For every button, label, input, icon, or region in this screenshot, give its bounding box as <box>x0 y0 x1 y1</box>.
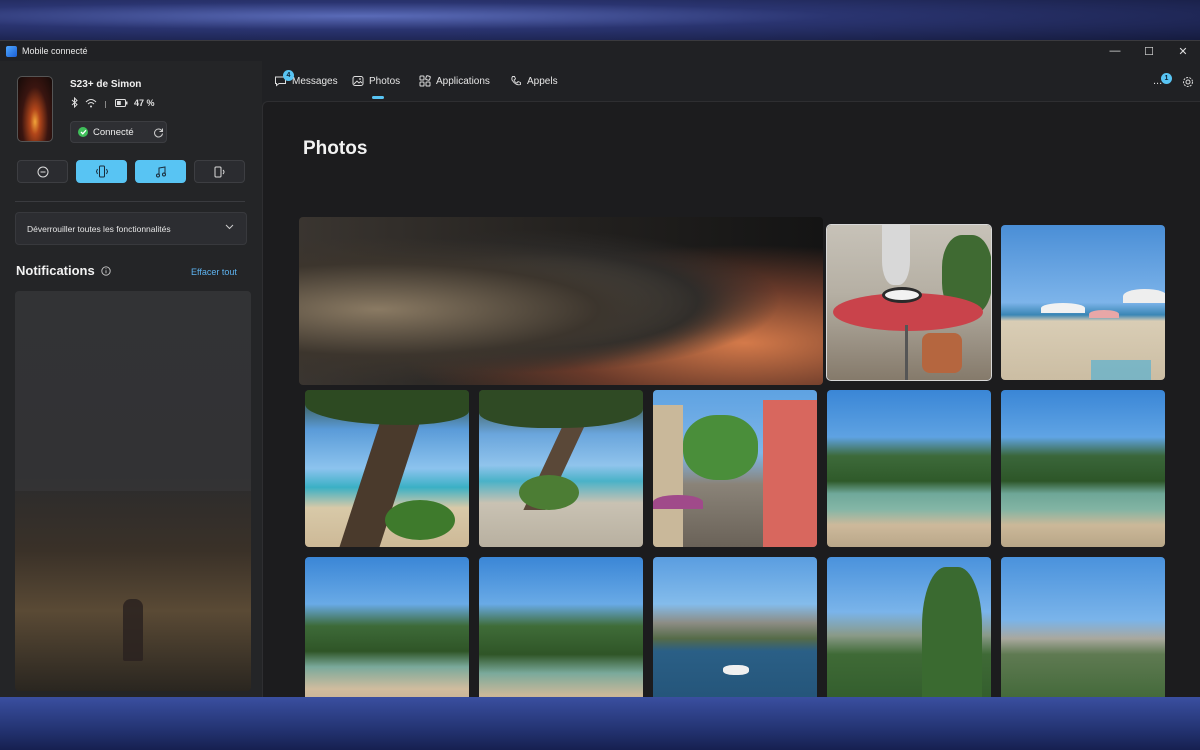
photo-blurred[interactable] <box>299 217 823 385</box>
page-title: Photos <box>303 138 368 159</box>
settings-button[interactable] <box>1182 75 1194 93</box>
more-options-button[interactable]: ... 1 <box>1153 73 1172 87</box>
info-icon[interactable] <box>101 265 111 276</box>
battery-icon <box>115 98 128 107</box>
active-tab-indicator <box>372 96 384 99</box>
title-bar: Mobile connecté — ☐ ✕ <box>0 41 1200 61</box>
audio-playback-button[interactable] <box>135 160 186 183</box>
chevron-down-icon <box>225 224 234 230</box>
photo-calanque-cove-2[interactable] <box>1001 390 1165 547</box>
maximize-button[interactable]: ☐ <box>1132 41 1166 61</box>
device-name: S23+ de Simon <box>70 79 142 90</box>
photo-calanque-beach-1[interactable] <box>305 557 469 697</box>
phone-wallpaper-thumbnail[interactable] <box>17 76 53 142</box>
minus-circle-icon <box>37 166 48 177</box>
sidebar-divider <box>15 201 245 202</box>
photo-icon <box>352 76 364 86</box>
notifications-list <box>15 291 251 691</box>
close-button[interactable]: ✕ <box>1166 41 1200 61</box>
apps-icon <box>419 75 431 87</box>
phone-vibrate-icon <box>95 165 108 178</box>
tab-photos[interactable]: Photos <box>352 75 400 87</box>
connection-status-button[interactable]: Connecté <box>70 121 167 143</box>
tab-calls-label: Appels <box>527 75 558 87</box>
audio-output-button[interactable] <box>194 160 245 183</box>
app-logo-icon <box>6 45 17 57</box>
desktop-wallpaper-top <box>0 0 1200 40</box>
check-circle-icon <box>78 127 88 137</box>
top-navigation: 4 Messages Photos Applications Appels ..… <box>262 61 1200 101</box>
gear-icon <box>1183 77 1193 87</box>
wallpaper-figure <box>123 599 143 661</box>
unlock-features-label: Déverrouiller toutes les fonctionnalités <box>27 223 171 234</box>
do-not-disturb-button[interactable] <box>17 160 68 183</box>
window-controls: — ☐ ✕ <box>1098 41 1200 61</box>
photo-pine-tree-beach-1[interactable] <box>305 390 469 547</box>
blurred-notification[interactable] <box>15 291 251 491</box>
messages-badge: 4 <box>283 70 294 81</box>
photos-panel: Photos <box>262 101 1200 697</box>
tab-photos-label: Photos <box>369 75 401 87</box>
photo-old-town-street[interactable] <box>653 390 817 547</box>
vibrate-mode-button[interactable] <box>76 160 127 183</box>
more-badge: 1 <box>1161 73 1172 84</box>
wifi-icon <box>85 98 97 107</box>
app-window: Mobile connecté — ☐ ✕ S23+ de Simon 47 %… <box>0 40 1200 697</box>
battery-level: 47 % <box>134 97 155 108</box>
photo-calanque-cove-1[interactable] <box>827 390 991 547</box>
clear-all-link[interactable]: Effacer tout <box>191 267 237 277</box>
phone-audio-icon <box>214 166 224 177</box>
device-status-row: 47 % <box>71 97 155 108</box>
tab-messages[interactable]: 4 Messages <box>274 70 338 87</box>
connection-label: Connecté <box>93 126 134 138</box>
sidebar: S23+ de Simon 47 % Connecté Déverrouille… <box>0 61 262 697</box>
unlock-features-dropdown[interactable]: Déverrouiller toutes les fonctionnalités <box>15 212 247 245</box>
refresh-icon[interactable] <box>153 127 164 138</box>
quick-actions <box>17 160 245 183</box>
photo-beach-umbrellas[interactable] <box>1001 225 1165 380</box>
desktop-wallpaper-bottom <box>0 697 1200 750</box>
tab-applications[interactable]: Applications <box>419 75 490 87</box>
minimize-button[interactable]: — <box>1098 41 1132 61</box>
notifications-title: Notifications <box>16 263 95 278</box>
photo-calanque-hills[interactable] <box>1001 557 1165 697</box>
music-note-icon <box>155 165 166 177</box>
tab-calls[interactable]: Appels <box>510 75 558 87</box>
tab-applications-label: Applications <box>436 75 490 87</box>
photo-calanque-beach-2[interactable] <box>479 557 643 697</box>
window-title: Mobile connecté <box>22 46 88 56</box>
photo-pine-tree-beach-2[interactable] <box>479 390 643 547</box>
photo-cat-on-table[interactable] <box>826 224 992 381</box>
phone-icon <box>511 76 521 86</box>
photo-boat-in-calanque[interactable] <box>653 557 817 697</box>
photo-calanque-trees[interactable] <box>827 557 991 697</box>
bluetooth-icon <box>71 97 78 108</box>
signal-icon <box>105 100 106 108</box>
notifications-heading: Notifications <box>16 263 111 278</box>
tab-messages-label: Messages <box>292 75 338 87</box>
